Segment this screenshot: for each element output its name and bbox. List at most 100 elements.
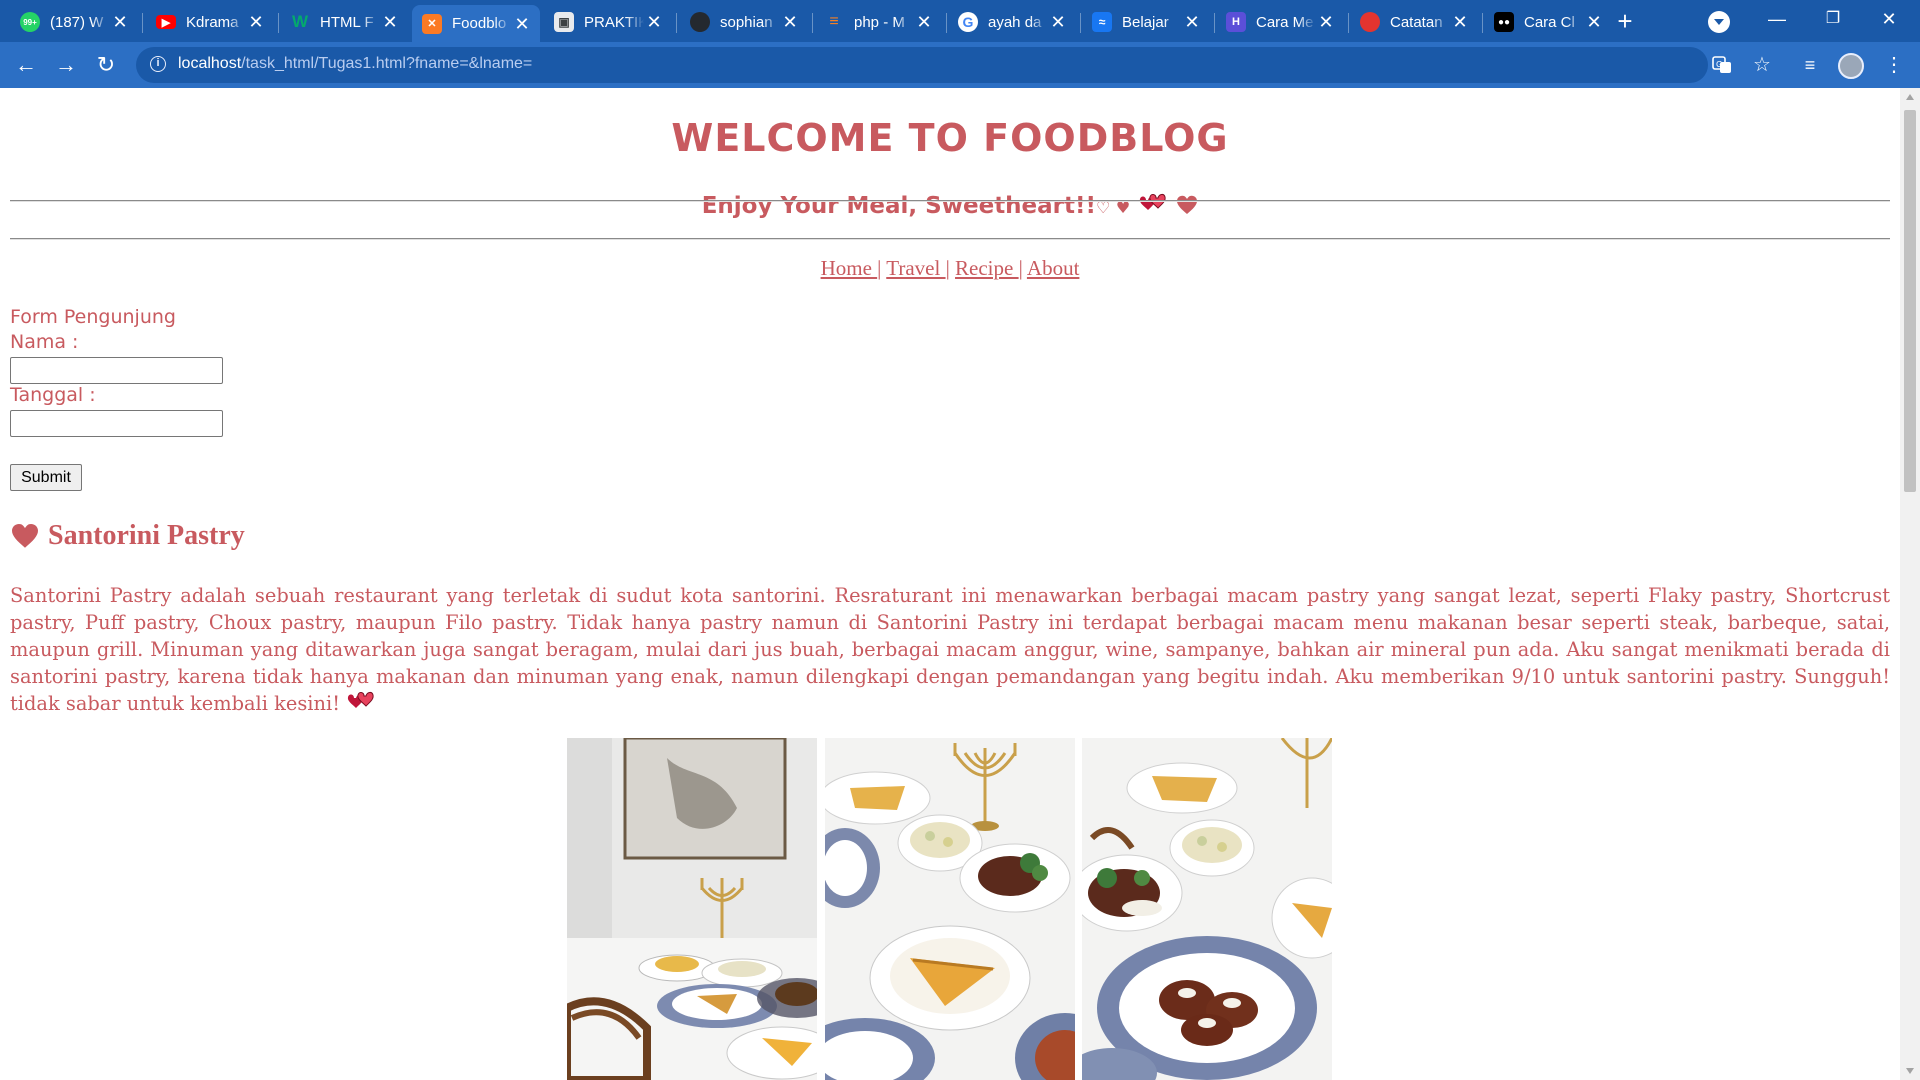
url-path: /task_html/Tugas1.html?fname=&lname= [241, 55, 533, 72]
tab-strip: 99+ (187) W ✕ ▶ Kdrama ✕ W HTML F ✕ ✕ Fo… [0, 0, 1920, 42]
tab-title: Kdrama [186, 13, 239, 31]
browser-toolbar: ← → ↻ i localhost/task_html/Tugas1.html?… [0, 42, 1920, 88]
page-viewport: WELCOME TO FOODBLOG Enjoy Your Meal, Swe… [0, 88, 1900, 1080]
belajar-icon: ≈ [1092, 12, 1112, 32]
form-heading: Form Pengunjung [10, 306, 176, 328]
close-tab-icon[interactable]: ✕ [1450, 13, 1470, 31]
tab-stackoverflow[interactable]: ≡ php - M ✕ [814, 5, 942, 39]
site-icon: H [1226, 12, 1246, 32]
close-tab-icon[interactable]: ✕ [914, 13, 934, 31]
tab-separator [1214, 13, 1215, 33]
tab-github[interactable]: sophian ✕ [680, 5, 808, 39]
tab-title: Cara Cl [1524, 13, 1575, 31]
scroll-up-icon[interactable] [1906, 94, 1914, 100]
tab-separator [278, 13, 279, 33]
divider-top [10, 200, 1890, 202]
tab-separator [676, 13, 677, 33]
url-host: localhost [178, 55, 242, 72]
food-photo-1 [567, 738, 817, 1080]
site-nav: Home | Travel | Recipe | About [0, 256, 1900, 281]
site-info-icon[interactable]: i [150, 56, 166, 72]
xampp-icon: ✕ [422, 13, 442, 34]
scrollbar-thumb[interactable] [1904, 110, 1916, 492]
tab-separator [1482, 13, 1483, 33]
new-tab-button[interactable]: + [1611, 8, 1639, 36]
address-bar[interactable]: i localhost/task_html/Tugas1.html?fname=… [136, 47, 1708, 83]
tab-praktik[interactable]: ▣ PRAKTIK ✕ [544, 5, 672, 39]
stackoverflow-icon: ≡ [829, 13, 839, 30]
forward-icon[interactable]: → [52, 51, 80, 79]
close-tab-icon[interactable]: ✕ [380, 13, 400, 31]
tab-title: Cara Me [1256, 13, 1314, 31]
nama-label: Nama : [10, 331, 79, 353]
tab-separator [812, 13, 813, 33]
tab-title: sophian [720, 13, 773, 31]
nav-separator: | [1018, 256, 1023, 280]
close-tab-icon[interactable]: ✕ [246, 13, 266, 31]
svg-text:G: G [1716, 60, 1722, 69]
menu-kebab-icon[interactable]: ⋮ [1880, 51, 1908, 79]
back-icon[interactable]: ← [12, 51, 40, 79]
tab-foodblog[interactable]: ✕ Foodblo ✕ [412, 5, 540, 42]
tab-cara-me[interactable]: H Cara Me ✕ [1216, 5, 1344, 39]
close-tab-icon[interactable]: ✕ [512, 15, 532, 33]
section-body: Santorini Pastry adalah sebuah restauran… [10, 582, 1890, 717]
tanggal-input[interactable] [10, 410, 223, 437]
w3schools-icon: W [291, 12, 309, 31]
tab-title: ayah da [988, 13, 1042, 31]
tab-medium[interactable]: ●● Cara Cl ✕ [1484, 5, 1612, 39]
nav-separator: | [877, 256, 882, 280]
tab-html-forms[interactable]: W HTML F ✕ [280, 5, 408, 39]
nav-link-recipe[interactable]: Recipe [955, 256, 1019, 280]
nama-input[interactable] [10, 357, 223, 384]
tab-search-icon[interactable] [1708, 11, 1730, 33]
profile-avatar[interactable] [1838, 53, 1864, 79]
double-heart-icon [1140, 194, 1166, 210]
tab-catatan[interactable]: Catatan ✕ [1350, 5, 1478, 39]
tab-title: HTML F [320, 13, 374, 31]
page-title: WELCOME TO FOODBLOG [671, 116, 1229, 160]
nav-link-travel[interactable]: Travel [886, 256, 945, 280]
nav-separator: | [945, 256, 950, 280]
minimize-icon[interactable]: — [1754, 4, 1800, 34]
section-body-text: Santorini Pastry adalah sebuah restauran… [10, 584, 1890, 715]
close-window-icon[interactable]: ✕ [1866, 4, 1912, 34]
nav-link-home[interactable]: Home [821, 256, 878, 280]
github-icon [690, 12, 710, 32]
url-text[interactable]: localhost/task_html/Tugas1.html?fname=&l… [178, 55, 532, 73]
close-tab-icon[interactable]: ✕ [1182, 13, 1202, 31]
tanggal-label: Tanggal : [10, 384, 96, 406]
page-subtitle: Enjoy Your Meal, Sweetheart!!♡ ♥ [0, 192, 1900, 219]
close-tab-icon[interactable]: ✕ [1316, 13, 1336, 31]
tab-title: PRAKTIK [584, 13, 644, 31]
divider-bottom [10, 238, 1890, 240]
close-tab-icon[interactable]: ✕ [780, 13, 800, 31]
reload-icon[interactable]: ↻ [92, 51, 120, 79]
tab-separator [1348, 13, 1349, 33]
catatan-icon [1360, 12, 1380, 32]
translate-icon[interactable]: G [1708, 51, 1736, 79]
tab-separator [946, 13, 947, 33]
scroll-down-icon[interactable] [1906, 1068, 1914, 1074]
close-tab-icon[interactable]: ✕ [1048, 13, 1068, 31]
tab-title: Belajar [1122, 13, 1169, 31]
tab-whatsapp[interactable]: 99+ (187) W ✕ [10, 5, 138, 39]
tab-separator [1080, 13, 1081, 33]
tab-title: Foodblo [452, 15, 507, 32]
tab-google[interactable]: G ayah da ✕ [948, 5, 1076, 39]
page-scrollbar[interactable] [1900, 88, 1920, 1080]
close-tab-icon[interactable]: ✕ [110, 13, 130, 31]
reading-list-icon[interactable]: ≡ [1796, 51, 1824, 79]
close-tab-icon[interactable]: ✕ [1584, 13, 1604, 31]
bookmark-star-icon[interactable]: ☆ [1748, 51, 1776, 79]
youtube-icon: ▶ [156, 15, 176, 29]
tab-belajar[interactable]: ≈ Belajar ✕ [1082, 5, 1210, 39]
tab-kdrama[interactable]: ▶ Kdrama ✕ [146, 5, 274, 39]
submit-button[interactable]: Submit [10, 464, 82, 491]
section-title-text: Santorini Pastry [48, 520, 245, 551]
food-photo-3 [1082, 738, 1332, 1080]
restore-icon[interactable]: ❐ [1810, 4, 1856, 34]
close-tab-icon[interactable]: ✕ [644, 13, 664, 31]
nav-link-about[interactable]: About [1027, 256, 1080, 280]
tab-title: Catatan [1390, 13, 1443, 31]
